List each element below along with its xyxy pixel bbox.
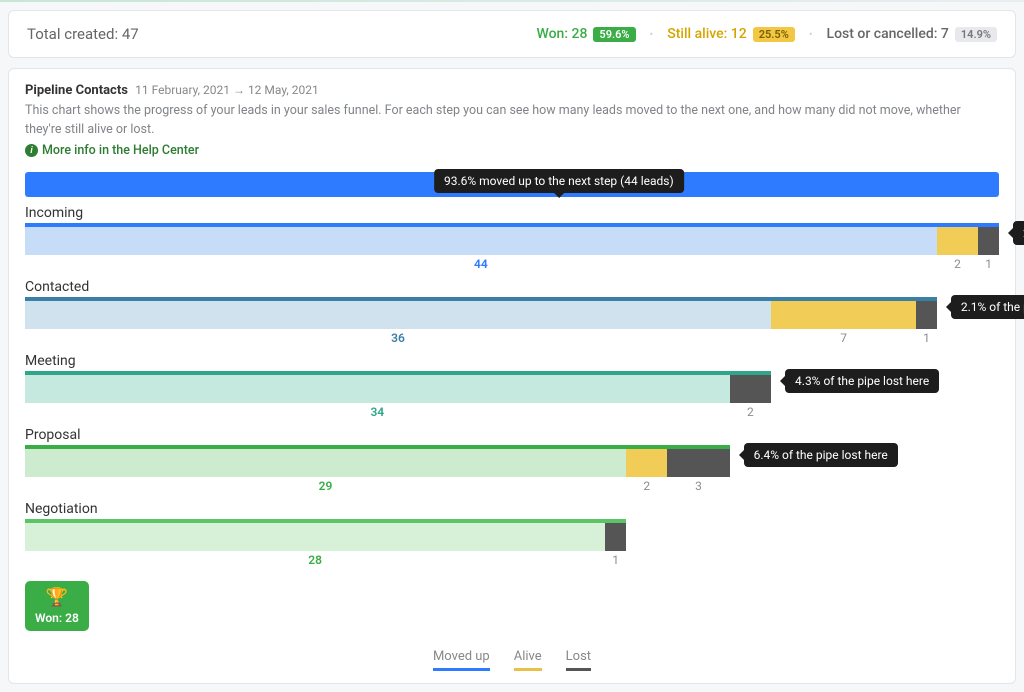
lost-count: 1 [978, 255, 999, 271]
alive-count: 2 [937, 255, 978, 271]
lost-count: 2 [730, 403, 771, 419]
stage-incoming: Incoming93.6% moved up to the next step … [25, 205, 999, 271]
card-title: Pipeline Contacts [25, 83, 128, 98]
stage-proposal: Proposal6.4% of the pipe lost here 2923 [25, 427, 999, 493]
stage-contacted: Contacted 2.1% of the pipe lost here3671 [25, 279, 999, 345]
stage-bar[interactable]: 2.1% of the pipe lost here [25, 223, 999, 255]
lost-callout: 4.3% of the pipe lost here [785, 369, 939, 393]
stage-bar[interactable]: 4.3% of the pipe lost here [25, 371, 999, 403]
lost-count: 1 [605, 551, 626, 567]
lost-callout: 6.4% of the pipe lost here [744, 443, 898, 467]
stage-label: Proposal [25, 427, 999, 443]
total-created: Total created: 47 [27, 25, 536, 43]
moved-count: 28 [25, 551, 605, 567]
card-description: This chart shows the progress of your le… [25, 102, 999, 140]
badge-won-pct: 59.6% [593, 27, 635, 42]
stage-meeting: Meeting4.3% of the pipe lost here 342 [25, 353, 999, 419]
stage-bar[interactable]: 6.4% of the pipe lost here [25, 445, 999, 477]
stat-lost: Lost or cancelled: 7 14.9% [827, 26, 997, 42]
separator: • [650, 28, 654, 41]
stage-bar[interactable] [25, 519, 999, 551]
trophy-icon: 🏆 [46, 589, 68, 607]
pipeline-card: Pipeline Contacts 11 February, 2021 → 12… [8, 68, 1016, 684]
badge-alive-pct: 25.5% [753, 27, 795, 42]
moved-count: 36 [25, 329, 771, 345]
help-link[interactable]: i More info in the Help Center [25, 143, 199, 158]
funnel-chart: ✧47 leads created Incoming93.6% moved up… [25, 172, 999, 567]
lost-callout: 2.1% of the pipe lost here [951, 295, 1024, 319]
chart-legend: Moved up Alive Lost [25, 649, 999, 671]
legend-alive: Alive [514, 649, 542, 671]
stage-bar[interactable]: 2.1% of the pipe lost here [25, 297, 999, 329]
card-header: Pipeline Contacts 11 February, 2021 → 12… [25, 83, 999, 98]
info-icon: i [25, 144, 38, 157]
stage-label: Incoming [25, 205, 999, 221]
legend-lost: Lost [566, 649, 591, 671]
moved-tooltip: 93.6% moved up to the next step (44 lead… [434, 169, 684, 193]
moved-count: 29 [25, 477, 626, 493]
separator: • [809, 28, 813, 41]
won-label: Won: 28 [35, 611, 79, 625]
stage-label: Meeting [25, 353, 999, 369]
stat-alive: Still alive: 12 25.5% [667, 26, 795, 42]
stat-won: Won: 28 59.6% [536, 26, 635, 42]
lost-count: 1 [916, 329, 937, 345]
stage-label: Contacted [25, 279, 999, 295]
alive-count: 2 [626, 477, 667, 493]
lost-count: 3 [667, 477, 729, 493]
badge-lost-pct: 14.9% [955, 27, 997, 42]
summary-bar: Total created: 47 Won: 28 59.6% • Still … [8, 10, 1016, 58]
alive-count: 7 [771, 329, 916, 345]
moved-count: 34 [25, 403, 730, 419]
moved-count: 44 [25, 255, 937, 271]
stage-label: Negotiation [25, 501, 999, 517]
stage-negotiation: Negotiation 281 [25, 501, 999, 567]
won-box: 🏆 Won: 28 [25, 581, 89, 631]
lost-callout: 2.1% of the pipe lost here [1013, 221, 1024, 245]
date-range: 11 February, 2021 → 12 May, 2021 [135, 83, 319, 97]
legend-moved: Moved up [433, 649, 490, 671]
